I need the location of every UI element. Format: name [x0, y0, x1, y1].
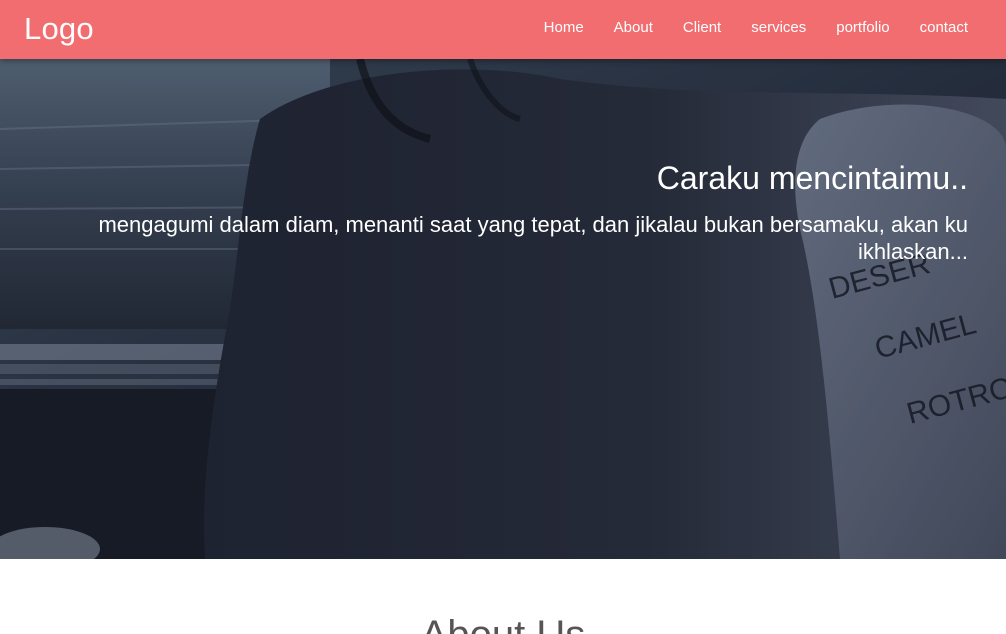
nav-item-home: Home — [544, 18, 584, 38]
nav-link-portfolio[interactable]: portfolio — [836, 19, 889, 36]
hero-background-photo: DESER CAMEL ROTRO — [0, 59, 1006, 559]
nav-menu: Home About Client services portfolio con… — [514, 0, 968, 56]
about-title: About Us — [0, 611, 1006, 634]
nav-link-services[interactable]: services — [751, 19, 806, 36]
about-section: About Us — [0, 559, 1006, 634]
hero-subtitle: mengagumi dalam diam, menanti saat yang … — [98, 212, 968, 264]
nav-item-contact: contact — [920, 18, 968, 38]
nav-link-client[interactable]: Client — [683, 19, 721, 36]
navbar: Logo Home About Client services portfoli… — [0, 0, 1006, 59]
nav-link-contact[interactable]: contact — [920, 19, 968, 36]
hero-caption: Caraku mencintaimu.. mengagumi dalam dia… — [28, 159, 968, 265]
nav-item-client: Client — [683, 18, 721, 38]
nav-item-portfolio: portfolio — [836, 18, 889, 38]
logo[interactable]: Logo — [24, 10, 94, 48]
nav-item-about: About — [614, 18, 653, 38]
hero-section: DESER CAMEL ROTRO Caraku mencintaimu.. m… — [0, 59, 1006, 559]
nav-link-about[interactable]: About — [614, 19, 653, 36]
nav-link-home[interactable]: Home — [544, 19, 584, 36]
hero-title: Caraku mencintaimu.. — [656, 160, 968, 196]
nav-item-services: services — [751, 18, 806, 38]
